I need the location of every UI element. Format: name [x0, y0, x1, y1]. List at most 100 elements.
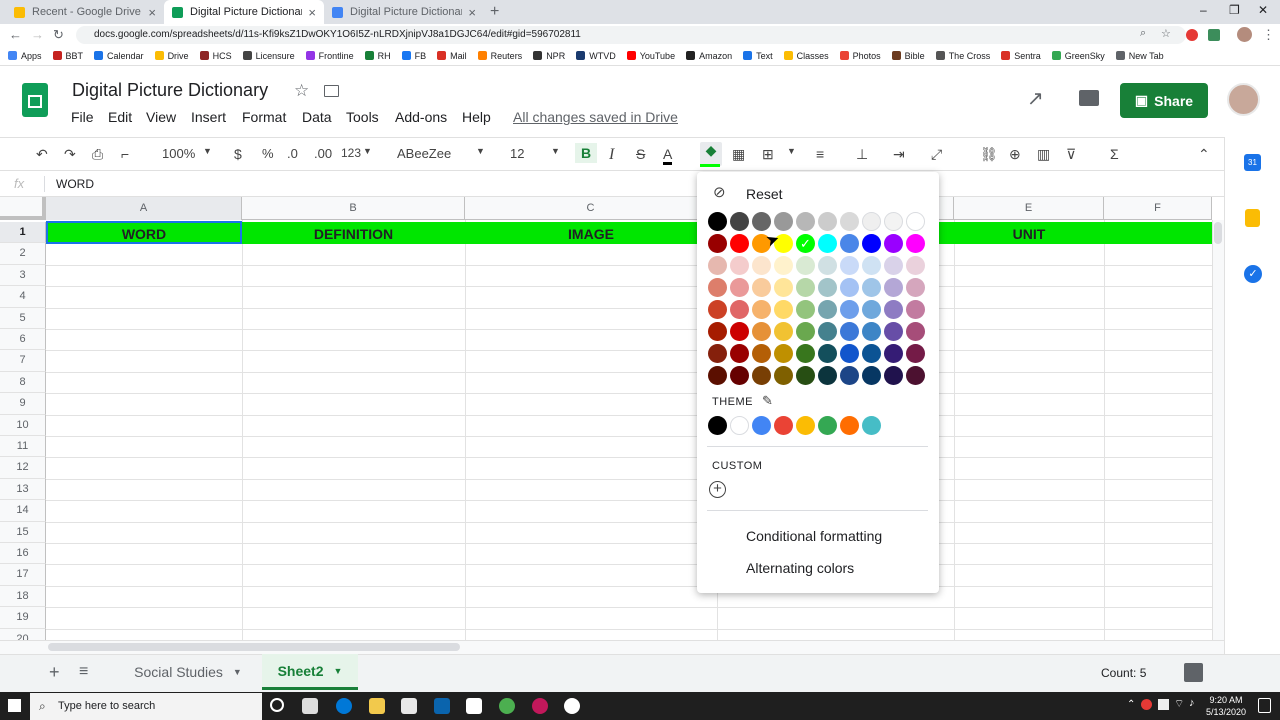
select-all-corner[interactable] [0, 197, 46, 220]
color-swatch[interactable] [796, 278, 815, 297]
fill-color-icon[interactable]: ◆ [700, 142, 722, 166]
color-swatch[interactable] [818, 256, 837, 275]
column-header-c[interactable]: C [465, 197, 717, 220]
tray-app-icon[interactable] [1141, 699, 1152, 710]
color-swatch[interactable] [796, 322, 815, 341]
color-swatch[interactable] [752, 322, 771, 341]
url-field[interactable]: docs.google.com/spreadsheets/d/11s-Kfi9k… [76, 26, 1186, 44]
column-header-e[interactable]: E [954, 197, 1104, 220]
row-header[interactable]: 2 [0, 243, 46, 265]
row-header[interactable]: 16 [0, 543, 46, 565]
color-swatch[interactable] [774, 300, 793, 319]
column-header-a[interactable]: A [46, 197, 242, 220]
color-swatch[interactable] [862, 366, 881, 385]
color-swatch[interactable] [774, 256, 793, 275]
color-swatch[interactable] [884, 212, 903, 231]
bookmark-item[interactable]: YouTube [626, 51, 675, 61]
undo-icon[interactable]: ↶ [36, 146, 48, 163]
selection-count[interactable]: Count: 5 [1101, 666, 1146, 680]
row-header[interactable]: 11 [0, 436, 46, 458]
sheet-tab-sheet2[interactable]: Sheet2 ▼ [262, 654, 358, 690]
decrease-decimal-button[interactable]: .0 [287, 146, 298, 161]
bookmark-item[interactable]: Reuters [477, 51, 522, 61]
search-icon[interactable]: ⌕ [1140, 27, 1146, 40]
notifications-icon[interactable] [1258, 698, 1271, 713]
color-swatch[interactable] [840, 366, 859, 385]
app-icon[interactable] [532, 698, 548, 714]
bookmark-item[interactable]: Sentra [1001, 51, 1041, 61]
color-swatch[interactable] [708, 212, 727, 231]
color-swatch[interactable] [774, 344, 793, 363]
file-explorer-icon[interactable] [369, 698, 385, 714]
redo-icon[interactable]: ↷ [64, 146, 76, 163]
row-header[interactable]: 6 [0, 329, 46, 351]
color-swatch[interactable] [796, 300, 815, 319]
color-swatch[interactable] [884, 344, 903, 363]
extension-icon[interactable] [1186, 29, 1198, 41]
chevron-down-icon[interactable]: ▼ [551, 146, 560, 156]
color-swatch[interactable] [906, 366, 925, 385]
bookmark-item[interactable]: Bible [891, 51, 925, 61]
color-swatch[interactable] [708, 300, 727, 319]
color-swatch[interactable] [730, 300, 749, 319]
bookmark-item[interactable]: GreenSky [1051, 51, 1105, 61]
amazon-icon[interactable] [466, 698, 482, 714]
bookmark-item[interactable]: The Cross [935, 51, 990, 61]
menu-data[interactable]: Data [302, 109, 332, 125]
keep-icon[interactable] [1245, 209, 1260, 227]
forward-icon[interactable]: → [31, 27, 44, 42]
taskbar-clock[interactable]: 9:20 AM 5/13/2020 [1206, 694, 1246, 718]
browser-tab-docs[interactable]: Digital Picture Dictionary - Goog × [324, 0, 484, 24]
all-sheets-icon[interactable]: ≡ [79, 663, 88, 681]
maximize-button[interactable]: ❐ [1229, 3, 1240, 17]
chevron-down-icon[interactable]: ▼ [203, 146, 212, 156]
color-swatch[interactable] [730, 344, 749, 363]
tasks-icon[interactable]: ✓ [1244, 265, 1262, 283]
color-swatch[interactable] [752, 212, 771, 231]
bookmark-item[interactable]: RH [364, 51, 391, 61]
color-swatch[interactable] [884, 366, 903, 385]
bookmark-item[interactable]: WTVD [576, 51, 616, 61]
color-swatch[interactable] [884, 278, 903, 297]
row-header[interactable]: 12 [0, 457, 46, 479]
color-swatch[interactable] [884, 234, 903, 253]
menu-format[interactable]: Format [242, 109, 286, 125]
edge-icon[interactable] [336, 698, 352, 714]
bold-button[interactable]: B [575, 143, 597, 163]
bookmark-item[interactable]: Text [743, 51, 773, 61]
chevron-down-icon[interactable]: ▼ [363, 146, 372, 156]
bookmark-item[interactable]: Amazon [686, 51, 732, 61]
color-swatch[interactable] [862, 300, 881, 319]
link-icon[interactable]: ⛓ [980, 146, 998, 163]
color-swatch[interactable] [906, 234, 925, 253]
color-swatch[interactable] [730, 234, 749, 253]
zoom-select[interactable]: 100% [162, 146, 195, 161]
vertical-scrollbar[interactable] [1212, 220, 1224, 640]
color-swatch[interactable] [862, 234, 881, 253]
color-swatch[interactable] [752, 256, 771, 275]
color-swatch[interactable] [862, 344, 881, 363]
row-header[interactable]: 1 [0, 222, 46, 244]
color-swatch[interactable] [730, 366, 749, 385]
bookmark-item[interactable]: Licensure [242, 51, 295, 61]
color-swatch[interactable] [752, 366, 771, 385]
profile-icon[interactable] [1237, 27, 1252, 42]
sheets-logo-icon[interactable] [22, 83, 48, 117]
color-swatch[interactable] [730, 212, 749, 231]
mail-icon[interactable] [434, 698, 450, 714]
menu-tools[interactable]: Tools [346, 109, 379, 125]
row-header[interactable]: 15 [0, 521, 46, 543]
save-status[interactable]: All changes saved in Drive [513, 109, 678, 125]
color-swatch[interactable] [818, 366, 837, 385]
vertical-scroll-thumb[interactable] [1214, 222, 1222, 244]
sheet-tab-social-studies[interactable]: Social Studies ▼ [116, 654, 260, 690]
cell-c1[interactable]: IMAGE [465, 226, 717, 242]
color-swatch[interactable] [730, 256, 749, 275]
color-swatch[interactable] [708, 234, 727, 253]
comments-icon[interactable] [1079, 90, 1099, 106]
add-sheet-button[interactable]: + [49, 662, 60, 683]
chart-icon[interactable]: ▥ [1037, 146, 1050, 163]
volume-icon[interactable]: ♪ [1189, 697, 1195, 709]
color-swatch[interactable] [840, 300, 859, 319]
star-icon[interactable]: ☆ [294, 81, 309, 101]
